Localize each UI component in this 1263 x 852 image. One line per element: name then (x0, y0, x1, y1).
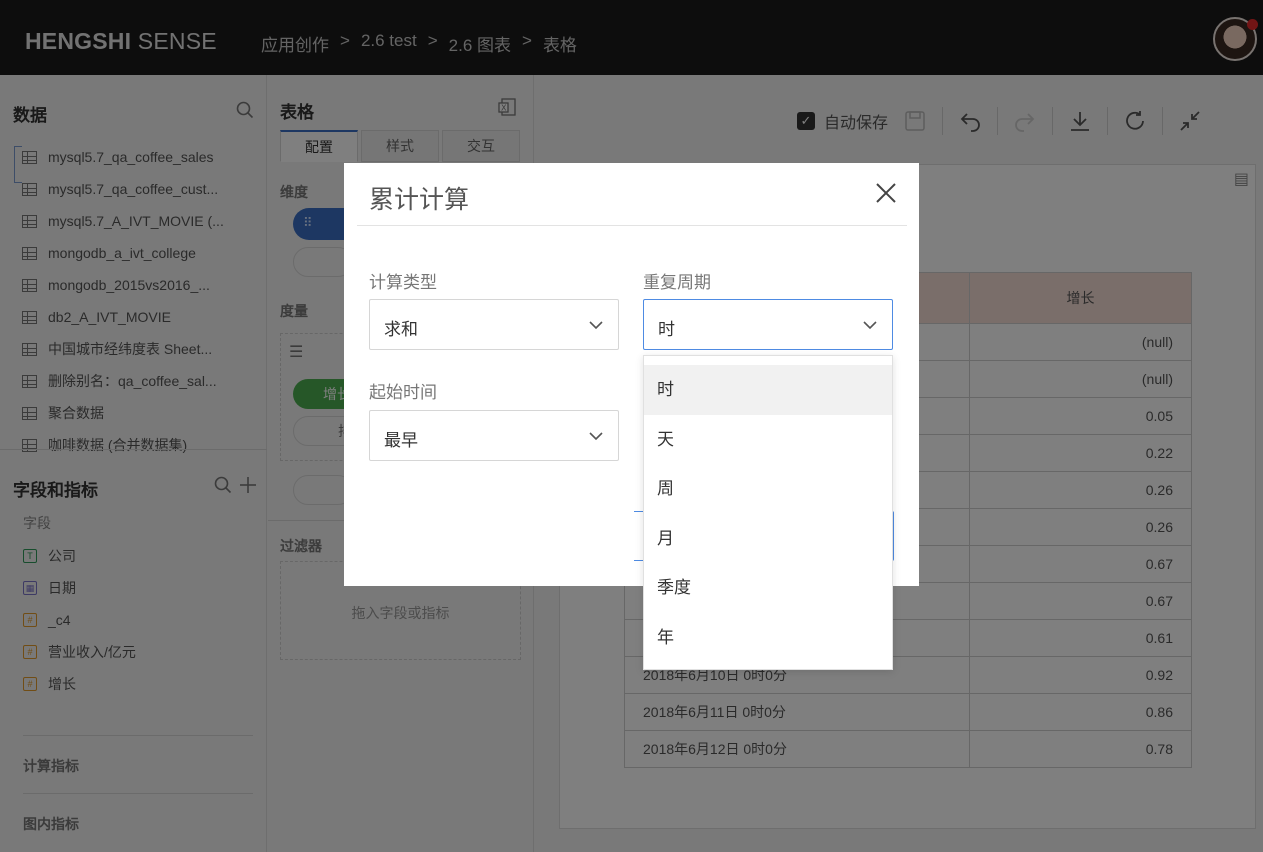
calc-type-value: 求和 (384, 320, 418, 339)
repeat-period-select[interactable]: 时 (643, 299, 893, 350)
close-icon[interactable] (873, 180, 899, 206)
calc-type-label: 计算类型 (369, 273, 437, 292)
repeat-period-value: 时 (658, 320, 675, 339)
dialog-divider (357, 225, 907, 226)
option-month[interactable]: 月 (644, 514, 892, 564)
option-quarter[interactable]: 季度 (644, 563, 892, 613)
option-year[interactable]: 年 (644, 613, 892, 663)
repeat-period-dropdown: 时 天 周 月 季度 年 (643, 355, 893, 670)
repeat-period-label: 重复周期 (643, 273, 711, 292)
start-time-label: 起始时间 (369, 383, 437, 402)
option-day[interactable]: 天 (644, 415, 892, 465)
chevron-down-icon (863, 321, 877, 330)
dialog-title: 累计计算 (369, 186, 470, 214)
start-time-value: 最早 (384, 431, 418, 450)
start-time-select[interactable]: 最早 (369, 410, 619, 461)
option-week[interactable]: 周 (644, 464, 892, 514)
option-hour[interactable]: 时 (644, 365, 892, 415)
calc-type-select[interactable]: 求和 (369, 299, 619, 350)
chevron-down-icon (589, 432, 603, 441)
chevron-down-icon (589, 321, 603, 330)
